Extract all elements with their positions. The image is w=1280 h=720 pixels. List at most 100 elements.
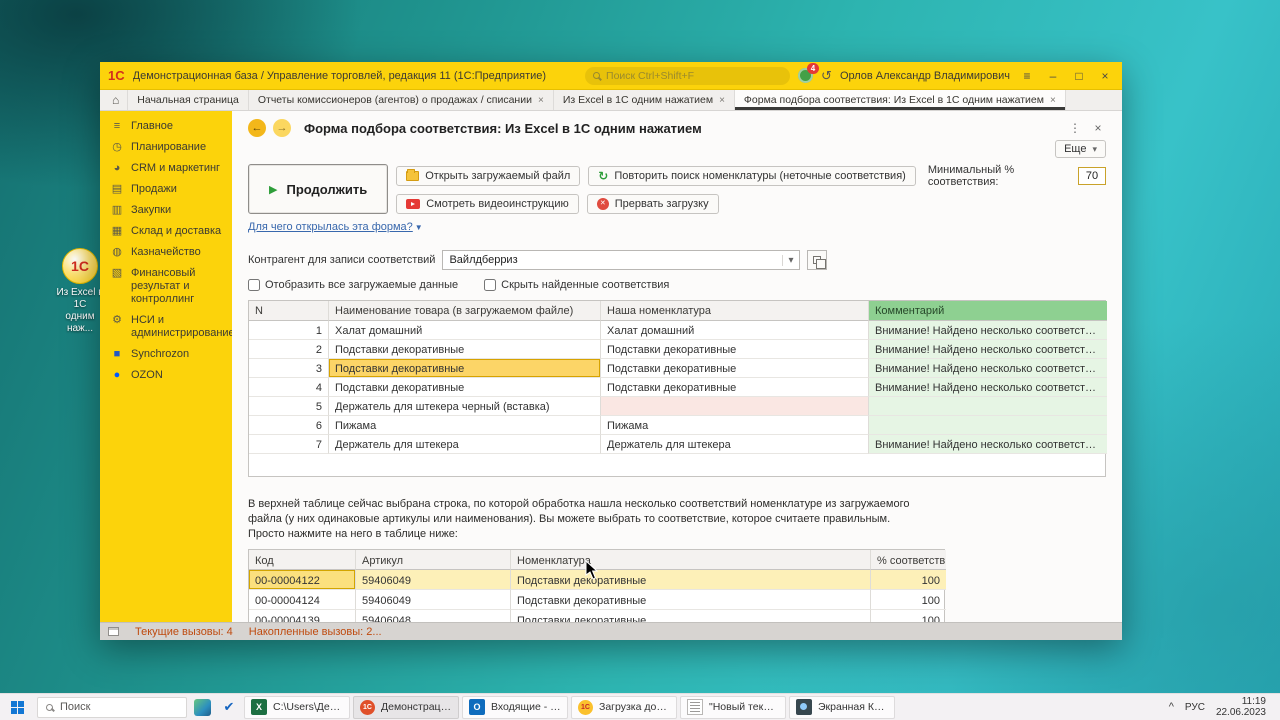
back-button[interactable]: ← bbox=[248, 119, 266, 137]
cell-n[interactable]: 5 bbox=[249, 397, 329, 416]
close-tab-icon[interactable]: × bbox=[538, 95, 544, 106]
window-close-button[interactable]: × bbox=[1096, 69, 1114, 83]
why-form-link[interactable]: Для чего открылась эта форма?▼ bbox=[248, 221, 423, 233]
continue-button[interactable]: ▶ Продолжить bbox=[248, 164, 388, 214]
column-header-match[interactable]: % соответствия bbox=[871, 550, 946, 570]
cell-our[interactable]: Держатель для штекера bbox=[601, 435, 869, 454]
hidden-icons-button[interactable]: ^ bbox=[1169, 701, 1174, 713]
cell-source[interactable]: Подставки декоративные bbox=[329, 340, 601, 359]
cell-n[interactable]: 3 bbox=[249, 359, 329, 378]
window-maximize-button[interactable]: □ bbox=[1070, 69, 1088, 83]
cell-our[interactable]: Подставки декоративные bbox=[601, 378, 869, 397]
cell-comment[interactable] bbox=[869, 397, 1107, 416]
desktop-shortcut-excel-to-1c[interactable]: 1С Из Excel в 1С одним наж... bbox=[54, 248, 106, 335]
show-all-checkbox-input[interactable] bbox=[248, 279, 260, 291]
sidebar-item-synchrozon[interactable]: ■Synchrozon bbox=[100, 344, 232, 365]
global-search-field[interactable]: Поиск Ctrl+Shift+F bbox=[585, 67, 790, 85]
pinned-app-button[interactable]: ✔ bbox=[217, 695, 241, 719]
more-button[interactable]: Еще ▾ bbox=[1055, 140, 1106, 158]
cell-n[interactable]: 2 bbox=[249, 340, 329, 359]
taskbar-search[interactable]: Поиск bbox=[37, 697, 187, 718]
close-tab-icon[interactable]: × bbox=[1050, 95, 1056, 106]
cell-source[interactable]: Подставки декоративные bbox=[329, 378, 601, 397]
cell-match[interactable]: 100 bbox=[871, 610, 946, 622]
sidebar-item-warehouse[interactable]: ▦Склад и доставка bbox=[100, 221, 232, 242]
video-button[interactable]: Смотреть видеоинструкцию bbox=[396, 194, 579, 214]
cell-our[interactable]: Пижама bbox=[601, 416, 869, 435]
cell-n[interactable]: 4 bbox=[249, 378, 329, 397]
sidebar-item-planning[interactable]: ◷Планирование bbox=[100, 137, 232, 158]
cell-n[interactable]: 1 bbox=[249, 321, 329, 340]
forward-button[interactable]: → bbox=[273, 119, 291, 137]
cell-source[interactable]: Пижама bbox=[329, 416, 601, 435]
cell-our[interactable]: Подставки декоративные bbox=[601, 359, 869, 378]
form-kebab-icon[interactable]: ⋮ bbox=[1067, 121, 1083, 135]
tab-excel-to-1c[interactable]: Из Excel в 1С одним нажатием × bbox=[554, 90, 735, 110]
abort-button[interactable]: ✕ Прервать загрузку bbox=[587, 194, 719, 214]
repeat-search-button[interactable]: ↻ Повторить поиск номенклатуры (неточные… bbox=[588, 166, 916, 186]
cell-nomenclature[interactable]: Подставки декоративные bbox=[511, 590, 871, 610]
cell-code[interactable]: 00-00004124 bbox=[249, 590, 356, 610]
close-tab-icon[interactable]: × bbox=[719, 95, 725, 106]
sidebar-item-ozon[interactable]: ●OZON bbox=[100, 365, 232, 386]
taskbar-app-1c-load[interactable]: 1С Загрузка докумен... bbox=[571, 696, 677, 719]
column-header-comment[interactable]: Комментарий bbox=[869, 301, 1107, 321]
window-minimize-button[interactable]: – bbox=[1044, 69, 1062, 83]
cell-match[interactable]: 100 bbox=[871, 570, 946, 590]
cell-code[interactable]: 00-00004139 bbox=[249, 610, 356, 622]
sidebar-item-sales[interactable]: ▤Продажи bbox=[100, 179, 232, 200]
current-user[interactable]: Орлов Александр Владимирович bbox=[840, 70, 1010, 82]
cell-comment[interactable]: Внимание! Найдено несколько соответствий… bbox=[869, 340, 1107, 359]
hide-found-checkbox[interactable]: Скрыть найденные соответствия bbox=[484, 279, 669, 291]
cell-our[interactable]: Халат домашний bbox=[601, 321, 869, 340]
sidebar-item-treasury[interactable]: ◍Казначейство bbox=[100, 242, 232, 263]
window-menu-button[interactable]: ≡ bbox=[1018, 69, 1036, 83]
sidebar-item-finance[interactable]: ▧Финансовый результат и контроллинг bbox=[100, 263, 232, 310]
taskbar-app-camera[interactable]: Экранная Камера bbox=[789, 696, 895, 719]
column-header-n[interactable]: N bbox=[249, 301, 329, 321]
taskbar-app-explorer[interactable]: X C:\Users\Денис\De... bbox=[244, 696, 350, 719]
tab-match-form[interactable]: Форма подбора соответствия: Из Excel в 1… bbox=[735, 90, 1066, 110]
taskbar-clock[interactable]: 11:19 22.06.2023 bbox=[1216, 696, 1266, 718]
column-header-article[interactable]: Артикул bbox=[356, 550, 511, 570]
column-header-nomenclature[interactable]: Номенклатура bbox=[511, 550, 871, 570]
open-file-button[interactable]: Открыть загружаемый файл bbox=[396, 166, 580, 186]
widgets-button[interactable] bbox=[190, 695, 214, 719]
taskbar-app-1c-demo[interactable]: 1С Демонстрационна... bbox=[353, 696, 459, 719]
show-all-checkbox[interactable]: Отобразить все загружаемые данные bbox=[248, 279, 458, 291]
cell-article[interactable]: 59406048 bbox=[356, 610, 511, 622]
sidebar-item-purchases[interactable]: ▥Закупки bbox=[100, 200, 232, 221]
cell-article[interactable]: 59406049 bbox=[356, 570, 511, 590]
cell-our[interactable]: Подставки декоративные bbox=[601, 340, 869, 359]
column-header-code[interactable]: Код bbox=[249, 550, 356, 570]
cell-match[interactable]: 100 bbox=[871, 590, 946, 610]
counterparty-field[interactable]: Вайлдберриз ▾ bbox=[442, 250, 800, 270]
tab-home[interactable]: ⌂ bbox=[104, 90, 128, 110]
cell-n[interactable]: 6 bbox=[249, 416, 329, 435]
taskbar-app-outlook[interactable]: O Входящие - tech@... bbox=[462, 696, 568, 719]
cell-our-empty[interactable] bbox=[601, 397, 869, 416]
cell-code[interactable]: 00-00004122 bbox=[249, 570, 356, 590]
cell-comment[interactable]: Внимание! Найдено несколько соответствий… bbox=[869, 321, 1107, 340]
cell-article[interactable]: 59406049 bbox=[356, 590, 511, 610]
column-header-source[interactable]: Наименование товара (в загружаемом файле… bbox=[329, 301, 601, 321]
taskbar-app-notepad[interactable]: "Новый текстовый... bbox=[680, 696, 786, 719]
cell-nomenclature[interactable]: Подставки декоративные bbox=[511, 570, 871, 590]
cell-comment[interactable]: Внимание! Найдено несколько соответствий… bbox=[869, 435, 1107, 454]
column-header-our[interactable]: Наша номенклатура bbox=[601, 301, 869, 321]
cell-comment[interactable]: Внимание! Найдено несколько соответствий… bbox=[869, 359, 1107, 378]
start-button[interactable] bbox=[0, 694, 34, 720]
sidebar-item-crm[interactable]: ◕CRM и маркетинг bbox=[100, 158, 232, 179]
dropdown-icon[interactable]: ▾ bbox=[782, 255, 793, 266]
history-icon[interactable]: ↺ bbox=[821, 69, 832, 82]
cell-n[interactable]: 7 bbox=[249, 435, 329, 454]
min-match-input[interactable] bbox=[1078, 167, 1106, 185]
cell-source[interactable]: Держатель для штекера bbox=[329, 435, 601, 454]
discussions-icon[interactable]: 4 bbox=[798, 68, 813, 83]
language-indicator[interactable]: РУС bbox=[1185, 702, 1205, 713]
sidebar-item-administration[interactable]: ⚙НСИ и администрирование bbox=[100, 310, 232, 344]
cell-source-selected[interactable]: Подставки декоративные bbox=[329, 359, 601, 378]
cell-comment[interactable]: Внимание! Найдено несколько соответствий… bbox=[869, 378, 1107, 397]
sidebar-item-main[interactable]: ≡Главное bbox=[100, 116, 232, 137]
cell-comment[interactable] bbox=[869, 416, 1107, 435]
